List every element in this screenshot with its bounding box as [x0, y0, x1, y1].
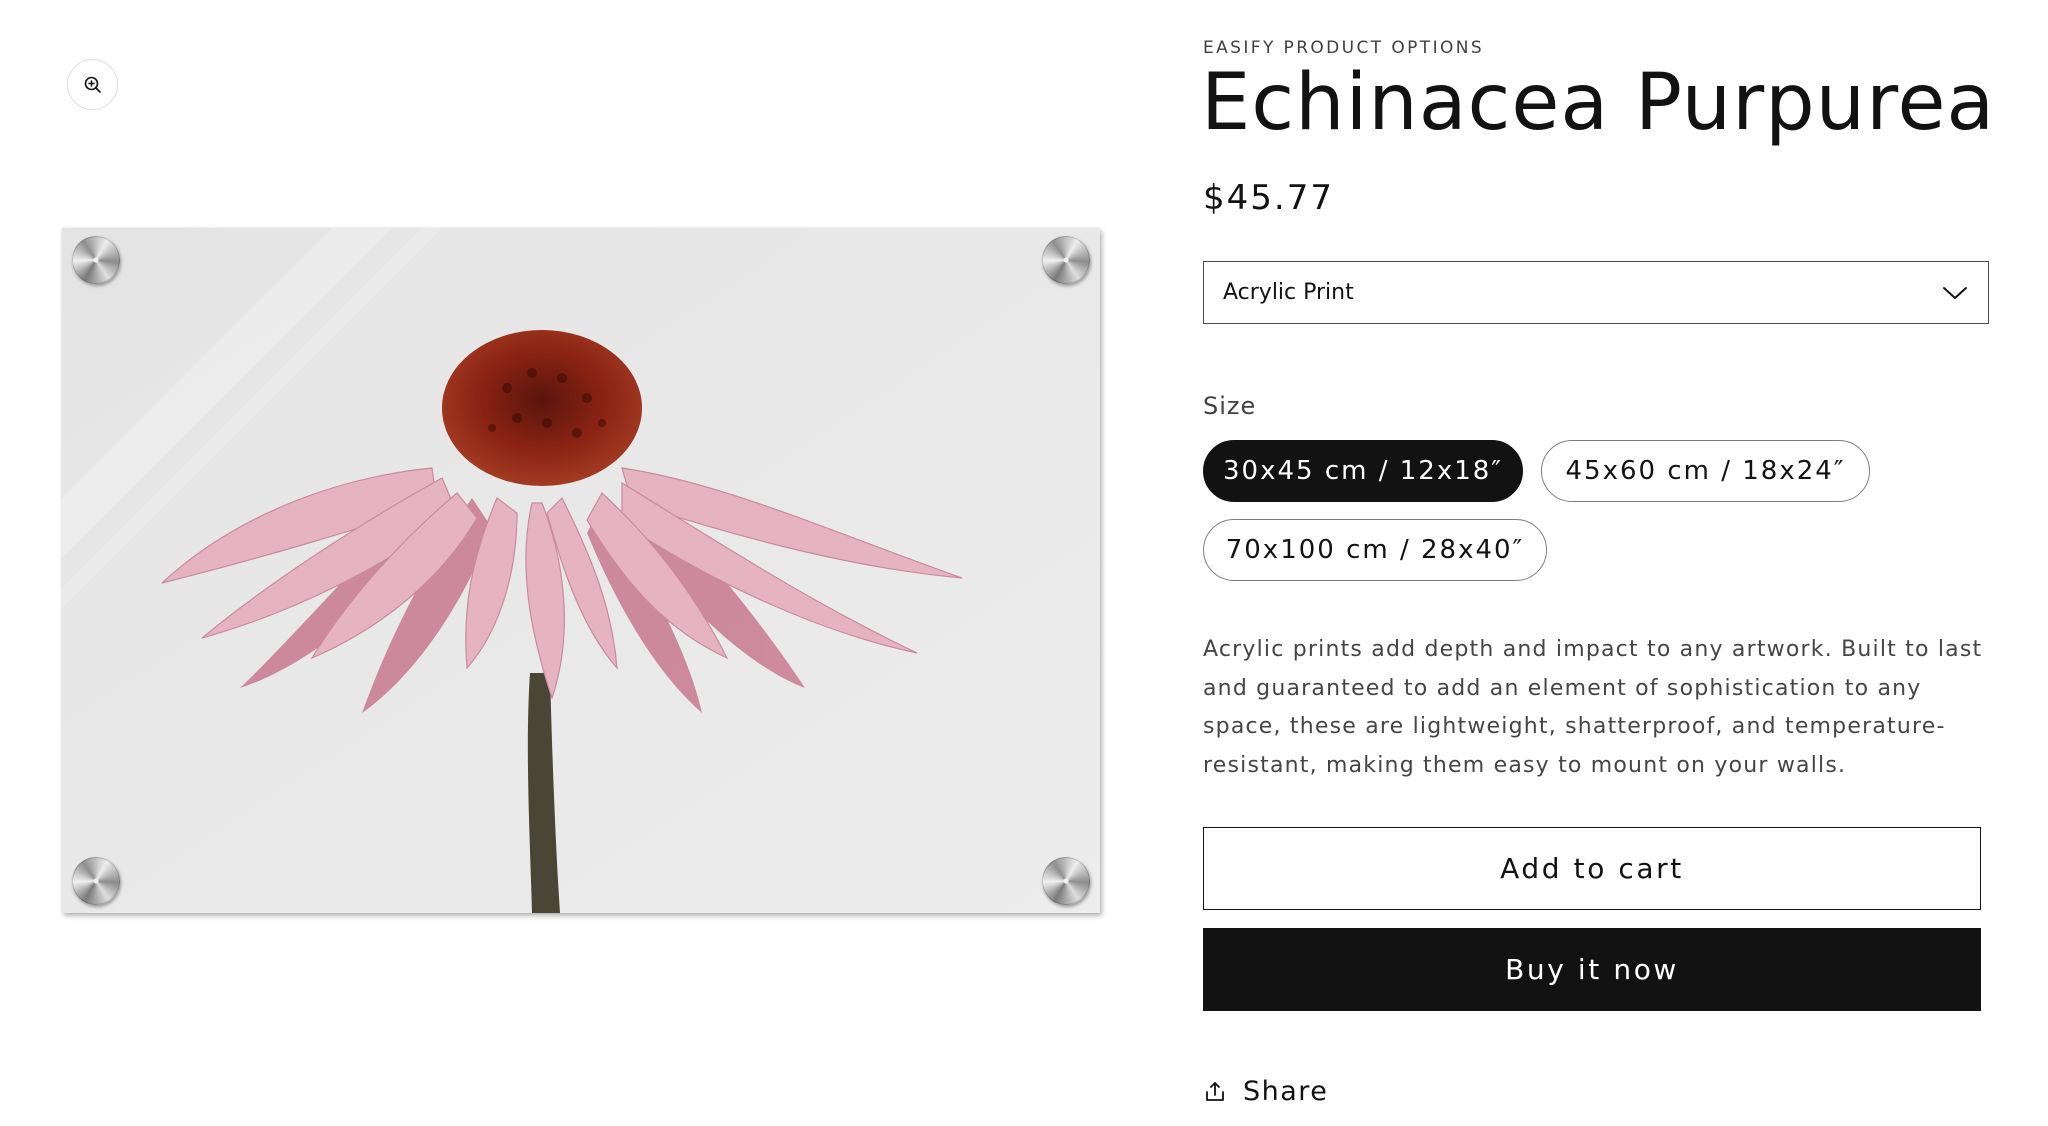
material-select-value: Acrylic Print: [1223, 280, 1354, 305]
share-label: Share: [1243, 1076, 1329, 1107]
zoom-in-icon: [84, 76, 101, 93]
product-image[interactable]: [62, 228, 1100, 913]
chevron-down-icon: [1943, 286, 1967, 299]
product-title: Echinacea Purpurea: [1201, 58, 1996, 148]
mounting-screw-bottom-right: [1042, 857, 1090, 905]
mounting-screw-top-left: [72, 236, 120, 284]
echinacea-flower-image: [62, 228, 1100, 913]
mounting-screw-bottom-left: [72, 857, 120, 905]
product-price: $45.77: [1203, 178, 1334, 218]
size-option-70x100[interactable]: 70x100 cm / 28x40″: [1203, 519, 1547, 581]
add-to-cart-button[interactable]: Add to cart: [1203, 827, 1981, 910]
material-select[interactable]: Acrylic Print: [1203, 261, 1989, 324]
zoom-button[interactable]: [67, 59, 118, 110]
size-option-45x60[interactable]: 45x60 cm / 18x24″: [1541, 440, 1870, 502]
buy-now-button[interactable]: Buy it now: [1203, 928, 1981, 1011]
mounting-screw-top-right: [1042, 236, 1090, 284]
share-button[interactable]: Share: [1203, 1076, 1328, 1107]
product-description: Acrylic prints add depth and impact to a…: [1203, 637, 1983, 778]
share-icon: [1206, 1081, 1224, 1101]
size-option-30x45[interactable]: 30x45 cm / 12x18″: [1203, 440, 1523, 502]
size-label: Size: [1203, 392, 1257, 420]
product-vendor: EASIFY PRODUCT OPTIONS: [1203, 38, 1485, 58]
